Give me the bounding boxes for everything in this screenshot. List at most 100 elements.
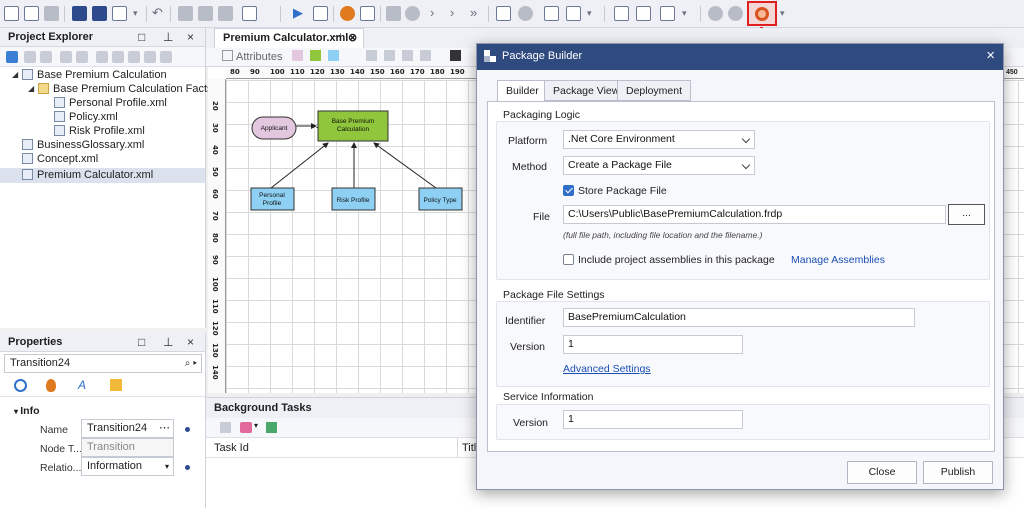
layout-icon[interactable] <box>450 50 461 61</box>
tree-item-policy[interactable]: Policy.xml <box>54 110 118 124</box>
dropdown-arrow-icon[interactable]: ▾ <box>133 5 138 21</box>
open-folder-icon[interactable] <box>44 6 59 21</box>
save-all-icon[interactable] <box>92 6 107 21</box>
pin-icon[interactable]: ⊣ <box>333 32 342 43</box>
publish-button[interactable]: Publish <box>923 461 993 484</box>
tab-deployment[interactable]: Deployment <box>617 80 692 101</box>
close-tab-icon[interactable]: ⊗ <box>348 31 357 44</box>
service-version-input[interactable]: 1 <box>563 410 743 429</box>
dropdown-arrow-icon[interactable]: ▾ <box>254 421 258 430</box>
shape-icon[interactable] <box>328 50 339 61</box>
dropdown-arrow-icon[interactable]: ▾ <box>780 5 785 21</box>
new-document-icon[interactable] <box>614 6 629 21</box>
continue-icon[interactable]: » <box>470 5 477 21</box>
pin-icon[interactable]: ⊥ <box>163 30 173 44</box>
tab-package-view[interactable]: Package View <box>544 80 629 101</box>
run-icon[interactable]: ▶ <box>293 5 303 21</box>
tools-icon[interactable] <box>708 6 723 21</box>
copy-icon[interactable] <box>198 6 213 21</box>
align-icon[interactable] <box>420 50 431 61</box>
name-field[interactable]: Transition24 ⋯ <box>81 419 174 438</box>
events-icon[interactable] <box>46 379 56 392</box>
connector[interactable] <box>373 142 437 189</box>
tree-item-project[interactable]: ◢ Base Premium Calculation <box>12 68 167 82</box>
align-icon[interactable] <box>402 50 413 61</box>
attributes-button[interactable]: Attributes <box>236 51 282 63</box>
window-icon[interactable] <box>566 6 581 21</box>
align-icon[interactable] <box>366 50 377 61</box>
shape-icon[interactable] <box>292 50 303 61</box>
file-path-input[interactable]: C:\Users\Public\BasePremiumCalculation.f… <box>563 205 946 224</box>
paste-icon[interactable] <box>218 6 233 21</box>
step-icon[interactable]: › <box>430 5 434 21</box>
dropdown-arrow-icon[interactable]: ▾ <box>682 5 687 21</box>
close-icon[interactable]: × <box>187 335 194 349</box>
platform-select[interactable]: .Net Core Environment <box>563 130 755 149</box>
list-icon[interactable] <box>220 422 231 433</box>
document-settings-icon[interactable] <box>660 6 675 21</box>
tree-item-premium-calculator[interactable]: Premium Calculator.xml <box>22 168 153 182</box>
new-project-icon[interactable] <box>4 6 19 21</box>
misc-icon[interactable] <box>110 379 122 391</box>
undo-icon[interactable]: ↶ <box>152 5 163 21</box>
new-file-icon[interactable] <box>24 6 39 21</box>
store-package-checkbox[interactable] <box>563 185 574 196</box>
close-button[interactable]: Close <box>847 461 917 484</box>
cancel-icon[interactable] <box>405 6 420 21</box>
test-icon[interactable] <box>313 6 328 21</box>
add-item-icon[interactable] <box>40 51 52 63</box>
debug-window-icon[interactable] <box>360 6 375 21</box>
attributes-icon[interactable] <box>222 50 233 61</box>
tab-premium-calculator[interactable]: Premium Calculator.xml ⊣ ⊗ <box>214 28 364 48</box>
tree-item-personal-profile[interactable]: Personal Profile.xml <box>54 96 167 110</box>
refresh-icon[interactable] <box>6 51 18 63</box>
image-icon[interactable] <box>544 6 559 21</box>
add-folder-icon[interactable] <box>24 51 36 63</box>
screenshot-icon[interactable] <box>496 6 511 21</box>
step-over-icon[interactable]: › <box>450 5 454 21</box>
eraser-icon[interactable] <box>240 422 252 433</box>
cut-icon[interactable] <box>178 6 193 21</box>
maximize-icon[interactable]: □ <box>138 30 145 44</box>
package-builder-button[interactable] <box>747 1 777 26</box>
shape-icon[interactable] <box>310 50 321 61</box>
connector[interactable] <box>270 142 329 189</box>
manage-assemblies-link[interactable]: Manage Assemblies <box>791 254 885 266</box>
package-version-input[interactable]: 1 <box>563 335 743 354</box>
spell-check-icon[interactable] <box>242 6 257 21</box>
dialog-close-icon[interactable]: × <box>986 47 995 64</box>
properties-icon[interactable] <box>144 51 156 63</box>
align-icon[interactable] <box>384 50 395 61</box>
duplicate-icon[interactable] <box>128 51 140 63</box>
advanced-settings-link[interactable]: Advanced Settings <box>563 363 651 375</box>
identifier-input[interactable]: BasePremiumCalculation <box>563 308 915 327</box>
export-icon[interactable] <box>160 51 172 63</box>
tree-item-facts-folder[interactable]: ◢ Base Premium Calculation Facts <box>28 82 213 96</box>
browse-button[interactable]: ... <box>948 204 985 225</box>
paste-icon[interactable] <box>112 51 124 63</box>
section-info[interactable]: ▾ Info <box>14 405 40 417</box>
include-assemblies-checkbox[interactable] <box>563 254 574 265</box>
export-icon[interactable] <box>112 6 127 21</box>
tab-builder[interactable]: Builder <box>497 80 548 102</box>
relation-select[interactable]: Information ▾ <box>81 457 174 476</box>
tree-item-risk-profile[interactable]: Risk Profile.xml <box>54 124 145 138</box>
add-document-icon[interactable] <box>636 6 651 21</box>
edit-icon[interactable] <box>76 51 88 63</box>
save-icon[interactable] <box>72 6 87 21</box>
copy-icon[interactable] <box>96 51 108 63</box>
method-select[interactable]: Create a Package File <box>563 156 755 175</box>
maximize-icon[interactable]: □ <box>138 335 145 349</box>
grid-icon[interactable] <box>266 422 277 433</box>
column-header[interactable]: Task Id <box>214 442 249 454</box>
dropdown-arrow-icon[interactable]: ▾ <box>587 5 592 21</box>
deploy-icon[interactable] <box>518 6 533 21</box>
properties-settings-icon[interactable] <box>14 379 27 392</box>
close-icon[interactable]: × <box>187 30 194 44</box>
tree-item-concept[interactable]: Concept.xml <box>22 152 98 166</box>
object-selector[interactable]: Transition24 ⌕ ▸ <box>4 354 202 373</box>
font-style-icon[interactable]: A <box>78 378 86 392</box>
tree-item-glossary[interactable]: BusinessGlossary.xml <box>22 138 144 152</box>
debug-icon[interactable] <box>340 6 355 21</box>
search-icon[interactable]: ⌕ ▸ <box>185 355 197 372</box>
